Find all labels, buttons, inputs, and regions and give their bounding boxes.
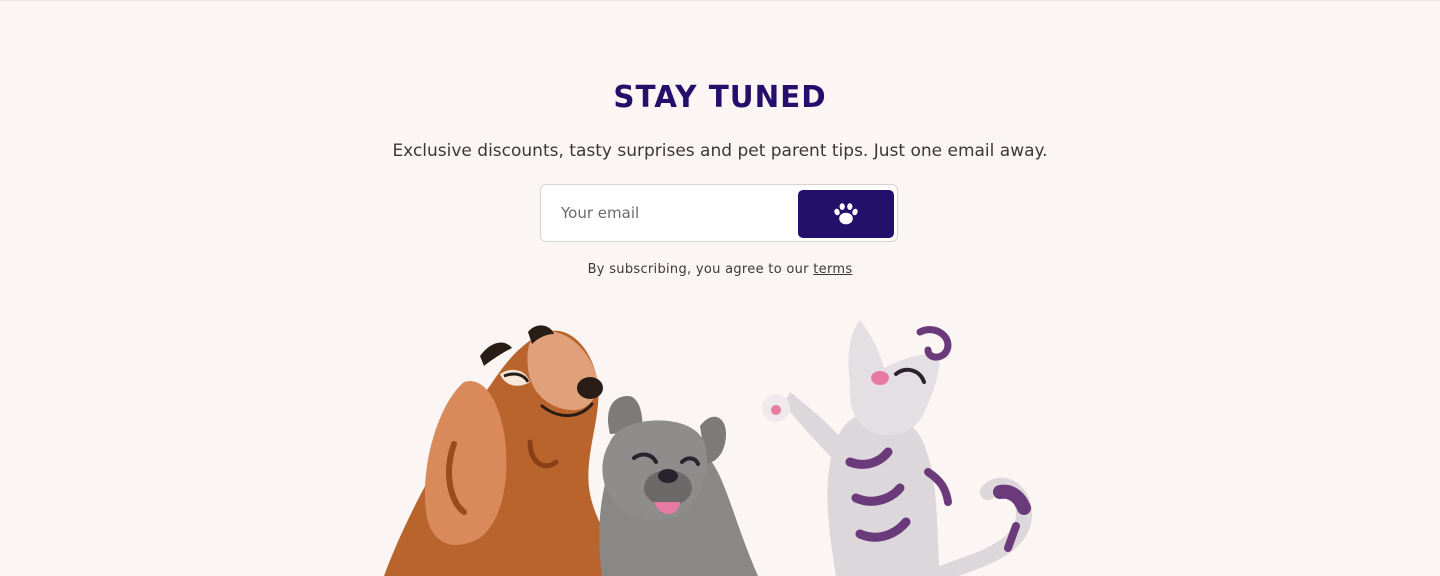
legal-text: By subscribing, you agree to our <box>587 262 814 277</box>
newsletter-subtitle: Exclusive discounts, tasty surprises and… <box>392 141 1048 161</box>
terms-link[interactable]: terms <box>813 262 852 277</box>
legal-note: By subscribing, you agree to our terms <box>0 262 1440 277</box>
newsletter-form <box>540 184 898 242</box>
subscribe-button[interactable] <box>798 190 894 238</box>
top-divider <box>0 0 1440 1</box>
cat-striped-illustration <box>762 320 1032 576</box>
dog-bulldog-illustration <box>599 396 758 576</box>
newsletter-title: STAY TUNED <box>613 80 827 115</box>
email-input[interactable] <box>542 186 792 240</box>
pets-illustration <box>384 320 1032 576</box>
paw-icon <box>834 203 858 225</box>
